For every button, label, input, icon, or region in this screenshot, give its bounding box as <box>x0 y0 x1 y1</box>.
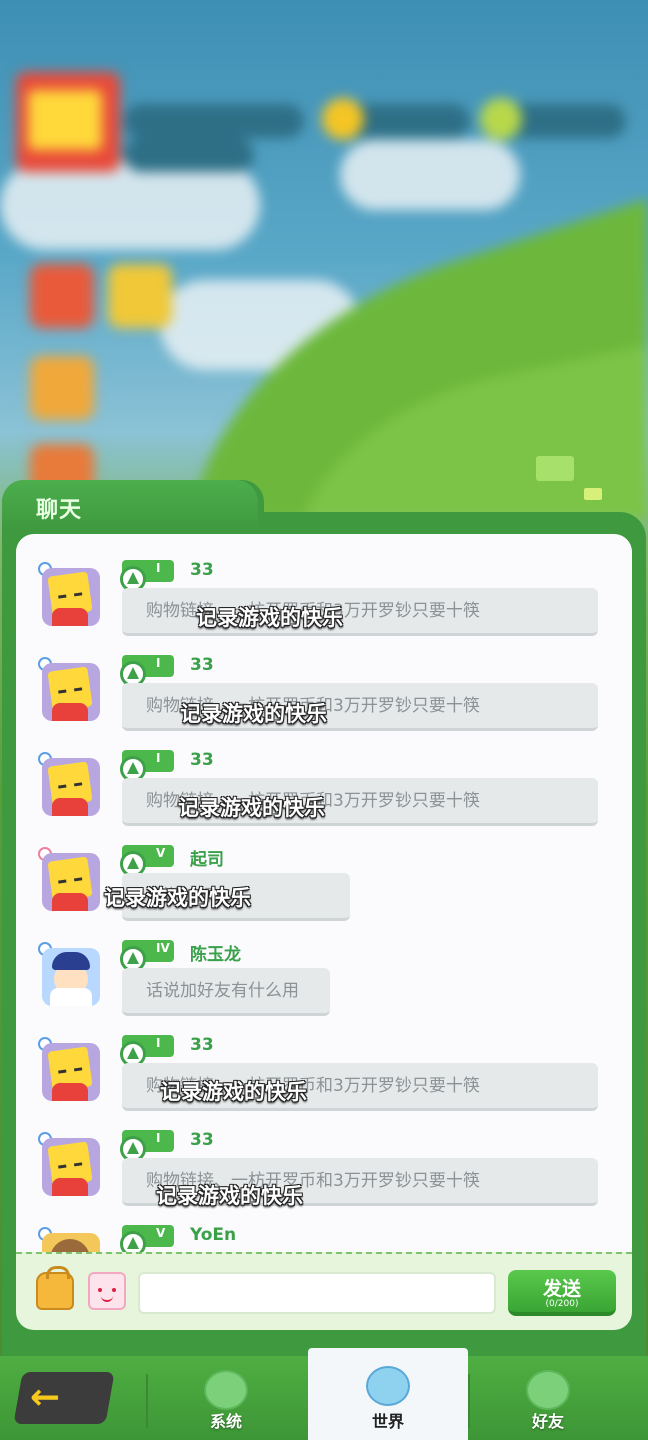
message-bubble[interactable]: 话说加好友有什么用 <box>122 968 330 1016</box>
chat-title: 聊天 <box>36 498 83 523</box>
back-arrow-icon: ← <box>30 1377 61 1418</box>
message-row: I 33 购物链接、一枋开罗币和3万开罗钞只要十筷 <box>16 1128 632 1218</box>
chat-bubbles-icon <box>526 1370 570 1410</box>
tab-system[interactable]: 系统 <box>146 1356 306 1440</box>
username[interactable]: 33 <box>190 560 214 580</box>
boy-cap-avatar[interactable] <box>42 948 100 1006</box>
level-text: I <box>156 561 161 575</box>
yellow-block-avatar[interactable] <box>42 758 100 816</box>
house-icon <box>120 1231 146 1252</box>
watermark-overlay: 记录游戏的快乐 <box>196 606 343 630</box>
level-text: I <box>156 656 161 670</box>
message-row: V YoEn <box>16 1223 632 1252</box>
username[interactable]: YoEn <box>190 1225 236 1245</box>
level-text: I <box>156 1131 161 1145</box>
level-text: V <box>156 846 166 860</box>
emoji-icon[interactable] <box>88 1272 126 1310</box>
yellow-block-avatar[interactable] <box>42 853 100 911</box>
yellow-block-avatar[interactable] <box>42 568 100 626</box>
watermark-overlay: 记录游戏的快乐 <box>104 886 251 910</box>
username[interactable]: 33 <box>190 1130 214 1150</box>
send-label: 发送 <box>542 1278 581 1300</box>
chat-input[interactable] <box>138 1272 496 1314</box>
yellow-block-avatar[interactable] <box>42 1138 100 1196</box>
cat-avatar[interactable] <box>42 1233 100 1252</box>
watermark-overlay: 记录游戏的快乐 <box>156 1184 303 1208</box>
tab-label: 系统 <box>209 1412 242 1431</box>
yellow-block-avatar[interactable] <box>42 663 100 721</box>
backpack-icon[interactable] <box>36 1266 74 1310</box>
tab-label: 世界 <box>371 1412 404 1431</box>
watermark-overlay: 记录游戏的快乐 <box>178 796 325 820</box>
planet-icon <box>366 1366 410 1406</box>
message-bubble[interactable]: 购物链接、一枋开罗币和3万开罗钞只要十筷 <box>122 588 598 636</box>
level-text: IV <box>156 941 170 955</box>
tab-friends[interactable]: 好友 <box>468 1356 628 1440</box>
char-count: (0/200) <box>545 1299 579 1309</box>
game-background <box>0 0 648 520</box>
decoration-tile <box>536 456 574 481</box>
level-text: V <box>156 1226 166 1240</box>
chat-area: I 33 购物链接、一枋开罗币和3万开罗钞只要十筷 记录游戏的快乐 I 33 购物链接、一枋… <box>16 534 632 1330</box>
username[interactable]: 33 <box>190 655 214 675</box>
message-row: IV 陈玉龙话说加好友有什么用 <box>16 938 632 1028</box>
tab-world[interactable]: 世界 <box>308 1348 468 1440</box>
level-text: I <box>156 751 161 765</box>
message-row: I 33 购物链接、一枋开罗币和3万开罗钞只要十筷 <box>16 1033 632 1123</box>
level-text: I <box>156 1036 161 1050</box>
tab-label: 好友 <box>531 1412 564 1431</box>
username[interactable]: 33 <box>190 1035 214 1055</box>
username[interactable]: 33 <box>190 750 214 770</box>
divider <box>16 1252 632 1254</box>
username[interactable]: 陈玉龙 <box>190 940 241 965</box>
yellow-block-avatar[interactable] <box>42 1043 100 1101</box>
back-button[interactable] <box>13 1372 115 1424</box>
watermark-overlay: 记录游戏的快乐 <box>160 1080 307 1104</box>
username[interactable]: 起司 <box>190 845 224 870</box>
megaphone-icon <box>204 1370 248 1410</box>
watermark-overlay: 记录游戏的快乐 <box>180 702 327 726</box>
message-list[interactable]: I 33 购物链接、一枋开罗币和3万开罗钞只要十筷 记录游戏的快乐 I 33 购物链接、一枋… <box>16 534 632 1252</box>
send-button[interactable]: 发送 (0/200) <box>508 1270 616 1316</box>
